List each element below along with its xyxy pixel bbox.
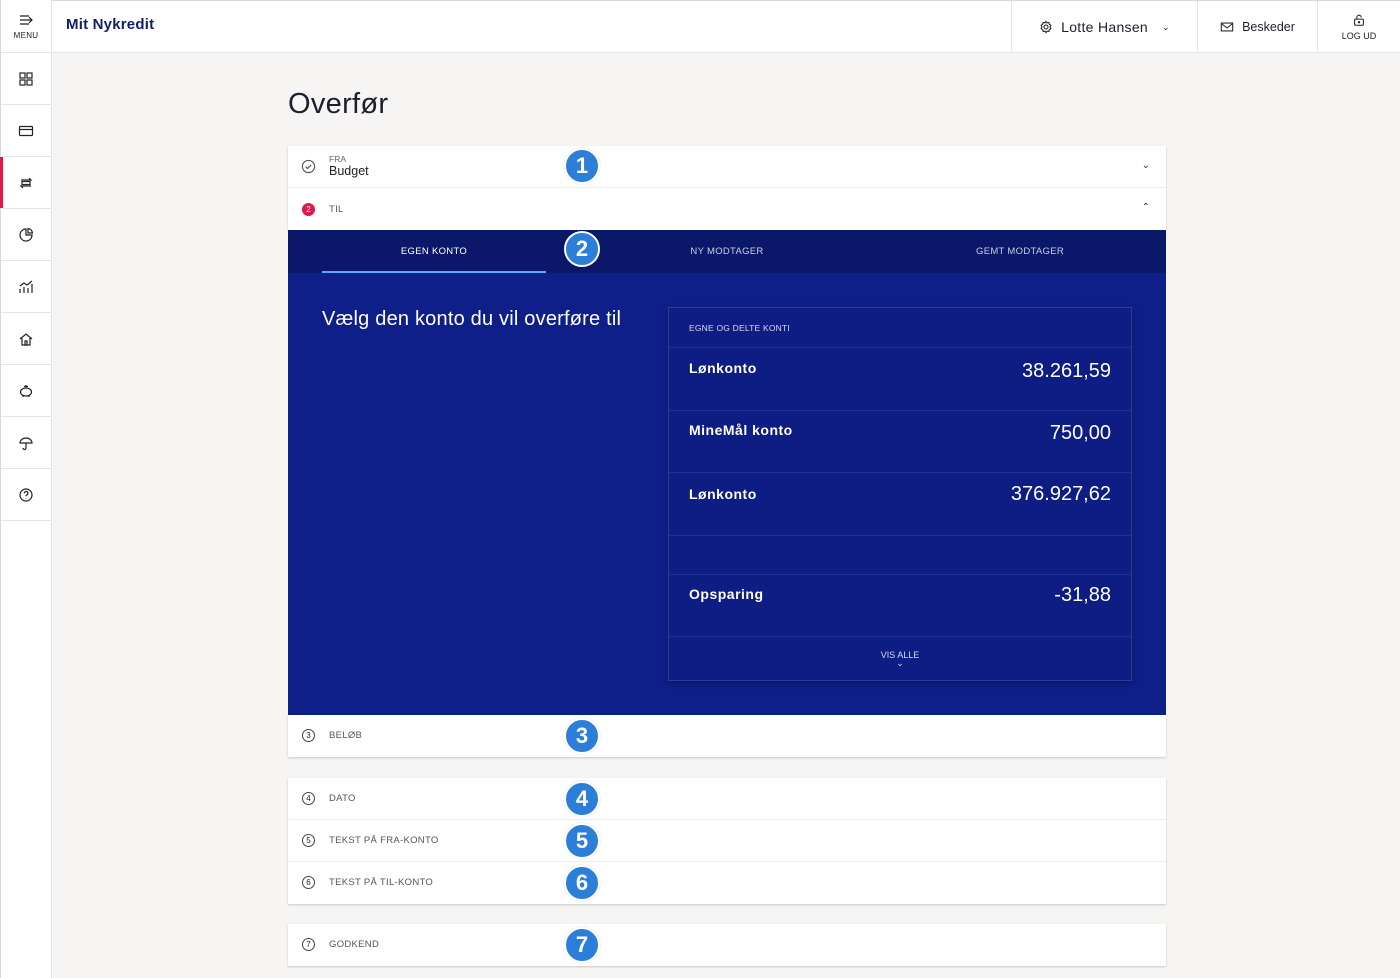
step-tekst-fra-row[interactable]: 5 TEKST PÅ FRA-KONTO xyxy=(288,820,1166,862)
user-name: Lotte Hansen xyxy=(1061,19,1149,35)
logo-mit: Mit xyxy=(66,16,89,33)
sidebar-item-budget[interactable] xyxy=(1,209,51,261)
annotation-badge: 4 xyxy=(564,781,600,817)
annotation-badge: 7 xyxy=(564,927,600,963)
lock-icon xyxy=(1354,14,1364,26)
envelope-icon xyxy=(1220,22,1234,32)
annotation-badge: 6 xyxy=(564,865,600,901)
sidebar-item-investments[interactable] xyxy=(1,261,51,313)
step-tekst-fra-label: TEKST PÅ FRA-KONTO xyxy=(329,835,439,846)
account-balance: 38.261,59 xyxy=(1022,360,1111,382)
sidebar-item-help[interactable] xyxy=(1,469,51,521)
help-icon xyxy=(19,487,33,502)
account-row[interactable]: Lønkonto 38.261,59 xyxy=(669,348,1131,411)
show-all-button[interactable]: VIS ALLE ⌄ xyxy=(669,636,1131,680)
sidebar-item-insurance[interactable] xyxy=(1,417,51,469)
step-godkend-label: GODKEND xyxy=(329,939,380,950)
account-row[interactable]: Lønkonto 376.927,62 xyxy=(669,473,1131,536)
step-fra-label: FRA xyxy=(329,154,346,164)
gear-icon xyxy=(1040,20,1052,34)
messages-label: Beskeder xyxy=(1242,20,1295,34)
transfer-details-card: 4 DATO 5 TEKST PÅ FRA-KONTO 6 TEKST PÅ T… xyxy=(288,778,1166,904)
menu-arrow-icon xyxy=(20,15,33,25)
logo-brand: Nykredit xyxy=(92,16,155,33)
account-list-header: EGNE OG DELTE KONTI xyxy=(669,308,1131,348)
tab-egen-konto[interactable]: EGEN KONTO xyxy=(322,230,546,273)
pie-chart-icon xyxy=(19,227,34,242)
recipient-panel: EGEN KONTO NY MODTAGER GEMT MODTAGER Væl… xyxy=(288,230,1166,715)
step-belob-card: 3 BELØB xyxy=(288,715,1166,757)
step-number-badge: 4 xyxy=(302,792,315,805)
chevron-up-icon: ⌃ xyxy=(1141,202,1150,213)
piggy-bank-icon xyxy=(19,384,33,397)
account-row[interactable]: Opsparing -31,88 xyxy=(669,575,1131,637)
account-balance: -31,88 xyxy=(1054,584,1111,606)
checkmark-circle-icon xyxy=(301,159,316,174)
recipient-tabs: EGEN KONTO NY MODTAGER GEMT MODTAGER xyxy=(288,230,1166,273)
sidebar-item-transfer[interactable] xyxy=(0,157,51,209)
card-icon xyxy=(18,125,34,136)
transfer-icon xyxy=(19,177,33,188)
menu-button[interactable]: MENU xyxy=(1,0,51,53)
home-icon xyxy=(19,332,33,346)
step-number-badge: 2 xyxy=(302,203,315,216)
logout-button[interactable]: LOG UD xyxy=(1317,1,1400,53)
step-godkend-card: 7 GODKEND xyxy=(288,924,1166,966)
account-row-empty xyxy=(669,536,1131,575)
step-tekst-til-label: TEKST PÅ TIL-KONTO xyxy=(329,877,434,888)
top-header: Mit Nykredit Lotte Hansen ⌄ Beskeder LOG… xyxy=(52,0,1400,53)
chevron-down-icon: ⌄ xyxy=(896,658,904,668)
account-list: EGNE OG DELTE KONTI Lønkonto 38.261,59 M… xyxy=(668,307,1132,681)
step-dato-label: DATO xyxy=(329,793,356,804)
account-name: MineMål konto xyxy=(689,422,793,438)
annotation-badge: 2 xyxy=(564,231,600,267)
transfer-steps-top-card: FRA Budget ⌄ 2 TIL ⌃ xyxy=(288,146,1166,230)
account-balance: 750,00 xyxy=(1049,422,1111,444)
page-title: Overfør xyxy=(288,88,389,120)
nykredit-logo[interactable]: Mit Nykredit xyxy=(66,16,154,33)
step-number-badge: 5 xyxy=(302,834,315,847)
step-fra-row[interactable]: FRA Budget ⌄ xyxy=(288,146,1166,188)
messages-button[interactable]: Beskeder xyxy=(1197,1,1317,53)
step-number-badge: 3 xyxy=(302,729,315,742)
step-belob-label: BELØB xyxy=(329,730,363,741)
sidebar-item-savings[interactable] xyxy=(1,365,51,417)
chevron-down-icon: ⌄ xyxy=(1141,160,1150,171)
account-balance: 376.927,62 xyxy=(1010,483,1111,505)
sidebar-item-cards[interactable] xyxy=(1,105,51,157)
step-number-badge: 6 xyxy=(302,876,315,889)
annotation-badge: 3 xyxy=(564,718,600,754)
step-dato-row[interactable]: 4 DATO xyxy=(288,778,1166,820)
menu-label: MENU xyxy=(13,31,39,40)
step-fra-value: Budget xyxy=(329,164,369,178)
sidebar-item-overview[interactable] xyxy=(1,53,51,105)
sidebar-item-home[interactable] xyxy=(1,313,51,365)
step-godkend-row[interactable]: 7 GODKEND xyxy=(288,924,1166,966)
panel-heading: Vælg den konto du vil overføre til xyxy=(322,308,622,330)
chevron-down-icon: ⌄ xyxy=(1162,21,1170,32)
bar-chart-icon xyxy=(19,280,33,293)
dashboard-icon xyxy=(19,71,33,86)
account-row[interactable]: MineMål konto 750,00 xyxy=(669,411,1131,473)
annotation-badge: 5 xyxy=(564,823,600,859)
step-belob-row[interactable]: 3 BELØB xyxy=(288,715,1166,757)
umbrella-icon xyxy=(19,436,33,450)
account-name: Opsparing xyxy=(689,586,764,602)
account-name: Lønkonto xyxy=(689,486,757,502)
step-til-row[interactable]: 2 TIL ⌃ xyxy=(288,188,1166,230)
annotation-badge: 1 xyxy=(564,148,600,184)
step-til-label: TIL xyxy=(329,204,344,215)
step-tekst-til-row[interactable]: 6 TEKST PÅ TIL-KONTO xyxy=(288,862,1166,904)
user-menu[interactable]: Lotte Hansen ⌄ xyxy=(1011,1,1197,53)
tab-ny-modtager[interactable]: NY MODTAGER xyxy=(614,230,840,273)
logout-label: LOG UD xyxy=(1341,31,1377,41)
account-name: Lønkonto xyxy=(689,360,757,376)
step-number-badge: 7 xyxy=(302,938,315,951)
tab-gemt-modtager[interactable]: GEMT MODTAGER xyxy=(908,230,1132,273)
sidebar: MENU xyxy=(0,0,52,978)
